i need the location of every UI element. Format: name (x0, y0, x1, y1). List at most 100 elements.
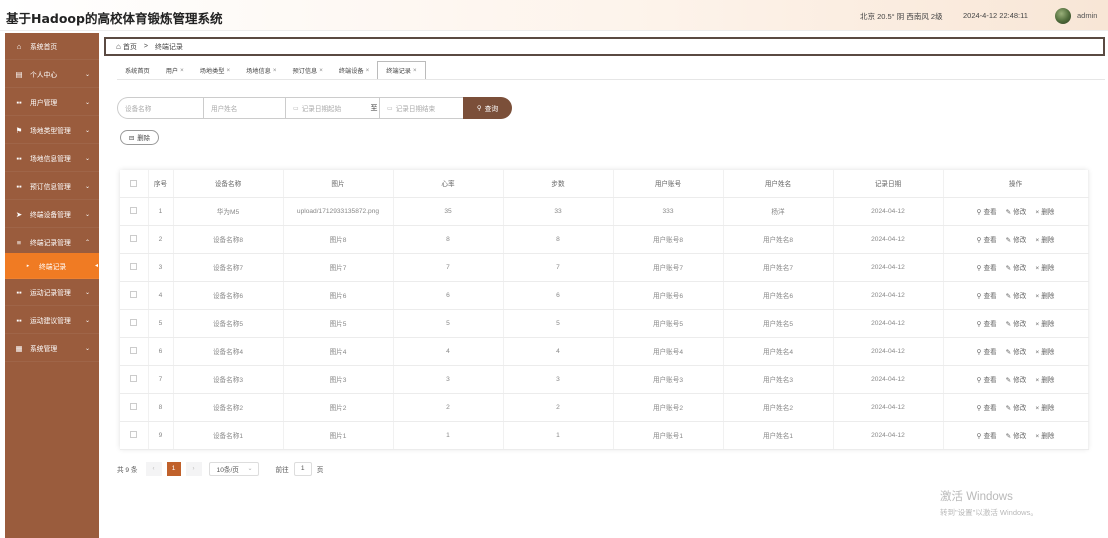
table-row[interactable]: 7 设备名称3 图片3 3 3 用户账号3 用户姓名3 2024-04-12 ⚲ 查看 ✎ 修改 × 删除 (120, 365, 1089, 394)
close-icon[interactable]: × (227, 67, 231, 74)
sidebar-item-booking[interactable]: ▪▪ 预订信息管理 ⌄ (5, 173, 99, 200)
date-end-input[interactable]: ▭ 记录日期结束 (379, 97, 463, 119)
date-start-placeholder: 记录日期起始 (301, 106, 342, 113)
view-button[interactable]: ⚲ 查看 (977, 206, 997, 216)
cell-no: 1 (148, 197, 174, 226)
edit-button[interactable]: ✎ 修改 (1006, 234, 1027, 244)
user-name-input[interactable]: 用户姓名 (203, 97, 285, 119)
tab-home[interactable]: 系统首页 (117, 61, 158, 80)
sidebar-item-venue-type[interactable]: ⚑ 场地类型管理 ⌄ (5, 117, 99, 144)
edit-button[interactable]: ✎ 修改 (1006, 430, 1027, 440)
edit-button[interactable]: ✎ 修改 (1006, 290, 1027, 300)
sidebar-item-personal-center[interactable]: ▤ 个人中心 ⌄ (5, 61, 99, 88)
view-button[interactable]: ⚲ 查看 (977, 290, 997, 300)
prev-page-button[interactable]: ‹ (145, 461, 162, 476)
tab-venue-info[interactable]: 场地信息 × (238, 61, 284, 80)
delete-button[interactable]: × 删除 (1035, 374, 1054, 384)
search-icon: ⚲ (976, 405, 982, 412)
sidebar-item-venue-info[interactable]: ▪▪ 场地信息管理 ⌄ (5, 145, 99, 172)
sidebar-item-exercise-advice[interactable]: ▪▪ 运动建议管理 ⌄ (5, 307, 99, 334)
close-icon[interactable]: × (413, 67, 417, 74)
table-row[interactable]: 5 设备名称5 图片5 5 5 用户账号5 用户姓名5 2024-04-12 ⚲ 查看 ✎ 修改 × 删除 (120, 309, 1089, 338)
row-checkbox[interactable] (130, 403, 138, 411)
select-all-checkbox[interactable] (130, 179, 138, 187)
cell-date: 2024-04-12 (833, 225, 944, 254)
breadcrumb-home[interactable]: 首页 (123, 42, 137, 52)
cell-image: 图片1 (283, 421, 394, 450)
table-row[interactable]: 4 设备名称6 图片6 6 6 用户账号6 用户姓名6 2024-04-12 ⚲ 查看 ✎ 修改 × 删除 (120, 281, 1089, 310)
delete-button[interactable]: × 删除 (1035, 346, 1054, 356)
edit-button[interactable]: ✎ 修改 (1006, 402, 1027, 412)
edit-button[interactable]: ✎ 修改 (1006, 318, 1027, 328)
sidebar-item-label: 系统首页 (30, 44, 58, 51)
row-checkbox[interactable] (130, 291, 138, 299)
action-label: 查看 (983, 349, 997, 356)
tab-terminal-records[interactable]: 终端记录 × (377, 61, 426, 80)
delete-button[interactable]: × 删除 (1035, 318, 1054, 328)
table-row[interactable]: 1 华为M5 upload/1712933135872.png 35 33 333 杨洋 20… (120, 197, 1089, 226)
close-icon: × (1035, 265, 1040, 272)
sidebar-item-terminal-device[interactable]: ➤ 终端设备管理 ⌄ (5, 201, 99, 228)
tab-booking[interactable]: 预订信息 × (285, 61, 331, 80)
current-page-button[interactable]: 1 (166, 461, 181, 476)
view-button[interactable]: ⚲ 查看 (977, 430, 997, 440)
device-name-input[interactable]: 设备名称 (117, 97, 203, 119)
sidebar-item-terminal-records-group[interactable]: ≡ 终端记录管理 ⌃ (5, 229, 99, 256)
cell-no: 8 (148, 393, 174, 422)
row-checkbox[interactable] (130, 263, 138, 271)
table-row[interactable]: 9 设备名称1 图片1 1 1 用户账号1 用户姓名1 2024-04-12 ⚲ 查看 ✎ 修改 × 删除 (120, 421, 1089, 450)
view-button[interactable]: ⚲ 查看 (977, 234, 997, 244)
row-checkbox[interactable] (130, 235, 138, 243)
delete-button[interactable]: × 删除 (1035, 234, 1054, 244)
next-page-button[interactable]: › (185, 461, 202, 476)
tab-label: 场地类型 (199, 68, 225, 75)
sidebar-item-home[interactable]: ⌂ 系统首页 (5, 33, 99, 60)
tab-terminal-device[interactable]: 终端设备 × (331, 61, 377, 80)
delete-button[interactable]: × 删除 (1035, 262, 1054, 272)
column-header: 图片 (283, 170, 394, 198)
sidebar-item-system[interactable]: ▦ 系统管理 ⌄ (5, 335, 99, 362)
close-icon[interactable]: × (366, 67, 370, 74)
delete-button[interactable]: × 删除 (1035, 290, 1054, 300)
view-button[interactable]: ⚲ 查看 (977, 402, 997, 412)
view-button[interactable]: ⚲ 查看 (977, 318, 997, 328)
avatar[interactable] (1055, 8, 1071, 24)
delete-button[interactable]: × 删除 (1035, 430, 1054, 440)
row-checkbox[interactable] (130, 347, 138, 355)
sidebar-item-exercise-records[interactable]: ▪▪ 运动记录管理 ⌄ (5, 279, 99, 306)
row-checkbox[interactable] (130, 375, 138, 383)
view-button[interactable]: ⚲ 查看 (977, 262, 997, 272)
view-button[interactable]: ⚲ 查看 (977, 374, 997, 384)
row-checkbox[interactable] (130, 319, 138, 327)
close-icon[interactable]: × (180, 67, 184, 74)
tab-users[interactable]: 用户 × (158, 61, 192, 80)
date-start-input[interactable]: ▭ 记录日期起始 (285, 97, 369, 119)
sidebar-item-terminal-records[interactable]: ▸ 终端记录 ◂ (5, 253, 99, 279)
send-icon: ➤ (15, 209, 23, 219)
edit-button[interactable]: ✎ 修改 (1006, 374, 1027, 384)
table-row[interactable]: 8 设备名称2 图片2 2 2 用户账号2 用户姓名2 2024-04-12 ⚲ 查看 ✎ 修改 × 删除 (120, 393, 1089, 422)
table-row[interactable]: 2 设备名称8 图片8 8 8 用户账号8 用户姓名8 2024-04-12 ⚲ 查看 ✎ 修改 × 删除 (120, 225, 1089, 254)
query-button[interactable]: ⚲ 查询 (463, 97, 512, 119)
view-button[interactable]: ⚲ 查看 (977, 346, 997, 356)
grid-icon: ▪▪ (16, 181, 22, 191)
sidebar-item-user-management[interactable]: ▪▪ 用户管理 ⌄ (5, 89, 99, 116)
close-icon[interactable]: × (273, 67, 277, 74)
edit-button[interactable]: ✎ 修改 (1006, 206, 1027, 216)
edit-button[interactable]: ✎ 修改 (1006, 346, 1027, 356)
close-icon[interactable]: × (319, 67, 323, 74)
goto-page-input[interactable]: 1 (293, 461, 312, 476)
username[interactable]: admin (1077, 11, 1097, 20)
search-icon: ⚲ (976, 377, 982, 384)
table-row[interactable]: 3 设备名称7 图片7 7 7 用户账号7 用户姓名7 2024-04-12 ⚲ 查看 ✎ 修改 × 删除 (120, 253, 1089, 282)
delete-button[interactable]: × 删除 (1035, 206, 1054, 216)
page-size-select[interactable]: 10条/页 ⌄ (208, 461, 259, 476)
edit-button[interactable]: ✎ 修改 (1006, 262, 1027, 272)
row-checkbox[interactable] (130, 431, 138, 439)
table-row[interactable]: 6 设备名称4 图片4 4 4 用户账号4 用户姓名4 2024-04-12 ⚲ 查看 ✎ 修改 × 删除 (120, 337, 1089, 366)
home-icon[interactable]: ⌂ (116, 42, 121, 51)
tab-venue-type[interactable]: 场地类型 × (192, 61, 238, 80)
row-checkbox[interactable] (130, 207, 138, 215)
delete-button[interactable]: × 删除 (1035, 402, 1054, 412)
batch-delete-button[interactable]: ⊟ 删除 (120, 130, 159, 145)
